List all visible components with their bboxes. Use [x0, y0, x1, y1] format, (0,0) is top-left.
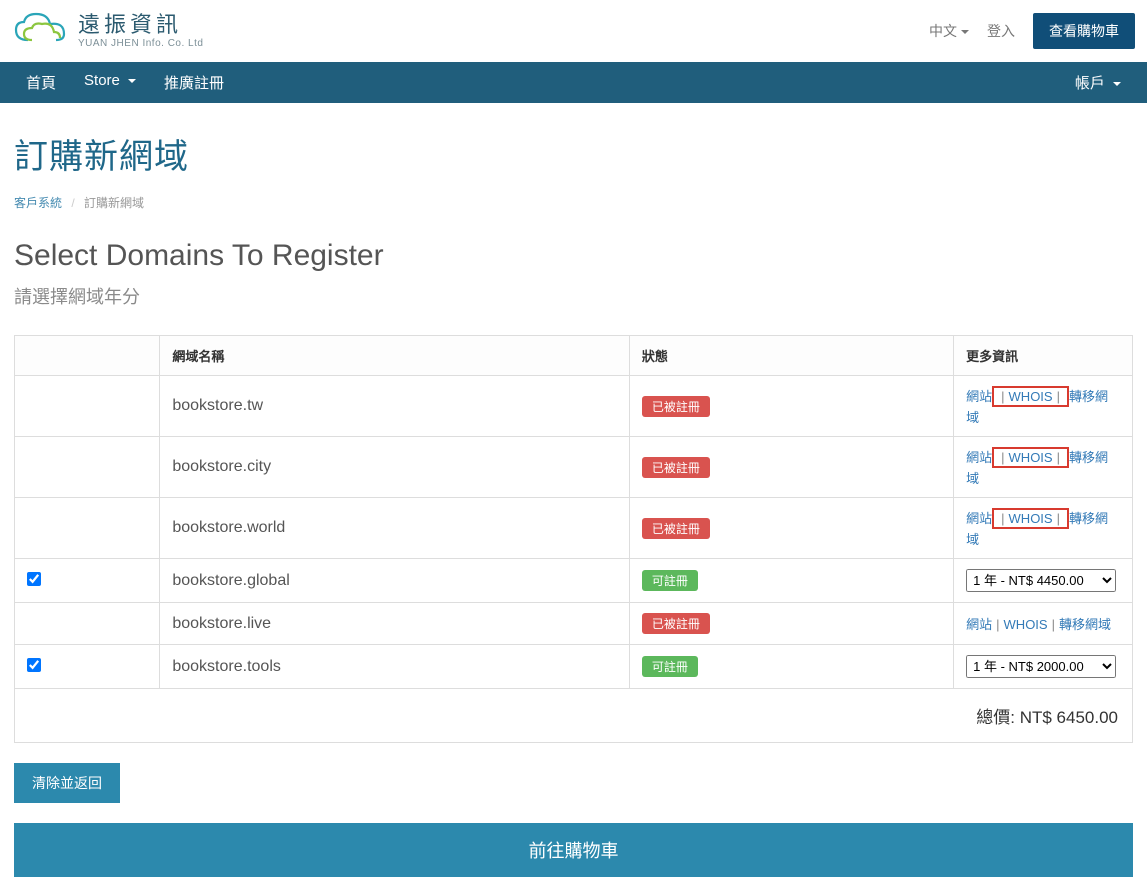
domain-checkbox[interactable]: [27, 658, 41, 672]
status-badge: 已被註冊: [642, 396, 710, 417]
col-status-header: 狀態: [629, 336, 953, 376]
table-row: bookstore.live 已被註冊 網站 | WHOIS | 轉移網域: [15, 603, 1133, 645]
brand-text: 遠振資訊 YUAN JHEN Info. Co. Ltd: [78, 13, 203, 48]
cell-more: 網站|WHOIS|轉移網域: [954, 376, 1133, 437]
whois-highlight: | WHOIS |: [992, 386, 1069, 407]
cell-check: [15, 603, 160, 645]
nav-referral[interactable]: 推廣註冊: [150, 62, 238, 103]
status-badge: 可註冊: [642, 656, 698, 677]
link-sep: |: [1057, 511, 1060, 526]
cell-status: 可註冊: [629, 559, 953, 603]
cell-status: 已被註冊: [629, 437, 953, 498]
status-badge: 已被註冊: [642, 457, 710, 478]
status-badge: 已被註冊: [642, 518, 710, 539]
crumb-current: 訂購新網域: [84, 196, 144, 210]
crumb-home[interactable]: 客戶系統: [14, 196, 62, 210]
main-content: 訂購新網域 客戶系統 / 訂購新網域 Select Domains To Reg…: [0, 103, 1147, 891]
table-row: bookstore.global 可註冊 1 年 - NT$ 4450.00: [15, 559, 1133, 603]
col-more-header: 更多資訊: [954, 336, 1133, 376]
year-select[interactable]: 1 年 - NT$ 2000.00: [966, 655, 1116, 678]
domain-checkbox[interactable]: [27, 572, 41, 586]
domain-table: 網域名稱 狀態 更多資訊 bookstore.tw已被註冊網站|WHOIS|轉移…: [14, 335, 1133, 689]
link-sep: |: [1001, 389, 1004, 404]
clear-button[interactable]: 清除並返回: [14, 763, 120, 803]
more-links: 網站|WHOIS|轉移網域: [966, 389, 1108, 425]
cell-check: [15, 376, 160, 437]
col-domain-header: 網域名稱: [160, 336, 630, 376]
caret-down-icon: [1113, 82, 1121, 86]
whois-link[interactable]: WHOIS: [1004, 617, 1048, 632]
table-row: bookstore.tools 可註冊 1 年 - NT$ 2000.00: [15, 645, 1133, 689]
transfer-link[interactable]: 轉移網域: [1059, 617, 1111, 632]
language-switch[interactable]: 中文: [929, 21, 969, 41]
top-bar: 遠振資訊 YUAN JHEN Info. Co. Ltd 中文 登入 查看購物車: [0, 0, 1147, 62]
cell-domain: bookstore.tools: [160, 645, 630, 689]
login-link[interactable]: 登入: [987, 21, 1015, 41]
cell-more: 1 年 - NT$ 2000.00: [954, 645, 1133, 689]
cell-domain: bookstore.global: [160, 559, 630, 603]
site-link[interactable]: 網站: [966, 389, 992, 404]
cell-check: [15, 645, 160, 689]
nav-account[interactable]: 帳戶: [1061, 62, 1135, 103]
cell-more: 網站|WHOIS|轉移網域: [954, 498, 1133, 559]
cell-check: [15, 437, 160, 498]
crumb-sep: /: [71, 196, 74, 210]
cell-status: 已被註冊: [629, 376, 953, 437]
cell-status: 已被註冊: [629, 603, 953, 645]
cell-more: 網站|WHOIS|轉移網域: [954, 437, 1133, 498]
link-sep: |: [1057, 450, 1060, 465]
breadcrumb: 客戶系統 / 訂購新網域: [14, 194, 1133, 211]
link-sep: |: [1052, 617, 1055, 632]
whois-link[interactable]: WHOIS: [1009, 511, 1053, 526]
whois-highlight: | WHOIS |: [992, 508, 1069, 529]
cell-more: 1 年 - NT$ 4450.00: [954, 559, 1133, 603]
section-sub: 請選擇網域年分: [14, 283, 1133, 309]
nav-store[interactable]: Store: [70, 62, 150, 103]
section-title: Select Domains To Register: [14, 239, 1133, 273]
cell-status: 已被註冊: [629, 498, 953, 559]
cloud-icon: [12, 10, 70, 52]
total-row: 總價: NT$ 6450.00: [14, 689, 1133, 743]
nav-left: 首頁 Store 推廣註冊: [12, 62, 238, 103]
table-row: bookstore.world已被註冊網站|WHOIS|轉移網域: [15, 498, 1133, 559]
link-sep: |: [1001, 450, 1004, 465]
site-link[interactable]: 網站: [966, 617, 992, 632]
caret-down-icon: [961, 30, 969, 34]
link-sep: |: [996, 617, 999, 632]
top-right-nav: 中文 登入 查看購物車: [929, 13, 1135, 49]
whois-link[interactable]: WHOIS: [1009, 389, 1053, 404]
cell-more: 網站 | WHOIS | 轉移網域: [954, 603, 1133, 645]
cell-status: 可註冊: [629, 645, 953, 689]
cell-domain: bookstore.tw: [160, 376, 630, 437]
table-row: bookstore.tw已被註冊網站|WHOIS|轉移網域: [15, 376, 1133, 437]
go-cart-button[interactable]: 前往購物車: [14, 823, 1133, 877]
site-link[interactable]: 網站: [966, 450, 992, 465]
cell-domain: bookstore.live: [160, 603, 630, 645]
whois-link[interactable]: WHOIS: [1009, 450, 1053, 465]
page-title: 訂購新網域: [14, 129, 1133, 178]
nav-home[interactable]: 首頁: [12, 62, 70, 103]
main-nav: 首頁 Store 推廣註冊 帳戶: [0, 62, 1147, 103]
whois-highlight: | WHOIS |: [992, 447, 1069, 468]
status-badge: 可註冊: [642, 570, 698, 591]
status-badge: 已被註冊: [642, 613, 710, 634]
cell-check: [15, 559, 160, 603]
link-sep: |: [1001, 511, 1004, 526]
cell-check: [15, 498, 160, 559]
site-link[interactable]: 網站: [966, 511, 992, 526]
more-links: 網站 | WHOIS | 轉移網域: [966, 617, 1111, 632]
year-select[interactable]: 1 年 - NT$ 4450.00: [966, 569, 1116, 592]
more-links: 網站|WHOIS|轉移網域: [966, 511, 1108, 547]
cell-domain: bookstore.world: [160, 498, 630, 559]
more-links: 網站|WHOIS|轉移網域: [966, 450, 1108, 486]
cell-domain: bookstore.city: [160, 437, 630, 498]
view-cart-button[interactable]: 查看購物車: [1033, 13, 1135, 49]
brand-logo[interactable]: 遠振資訊 YUAN JHEN Info. Co. Ltd: [12, 6, 203, 56]
col-check-header: [15, 336, 160, 376]
caret-down-icon: [128, 79, 136, 83]
table-row: bookstore.city已被註冊網站|WHOIS|轉移網域: [15, 437, 1133, 498]
link-sep: |: [1057, 389, 1060, 404]
nav-right: 帳戶: [1061, 62, 1135, 103]
